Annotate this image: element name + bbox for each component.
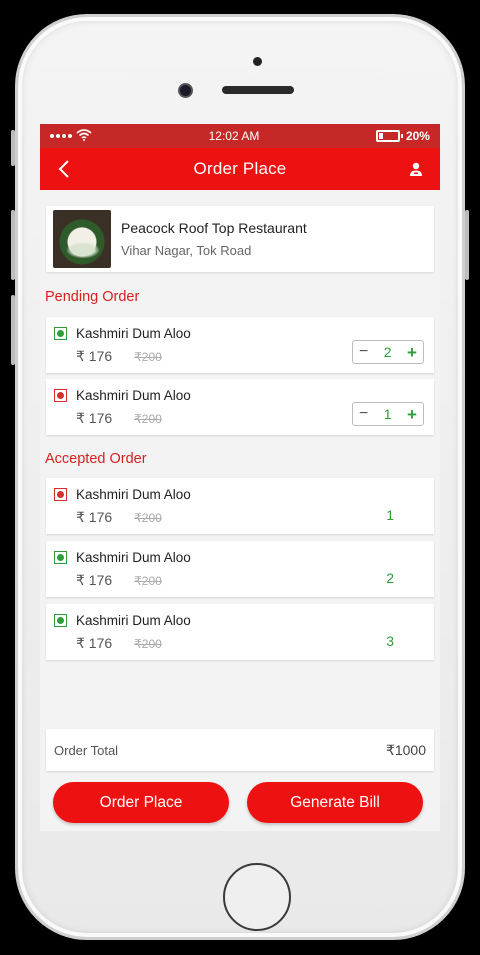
app-screen: 12:02 AM 20% Order Place Peacock Roof To… [40,124,440,831]
earpiece-speaker [222,86,294,94]
accepted-item: Kashmiri Dum Aloo ₹ 176 ₹200 2 [46,541,434,597]
volume-down-button [11,295,15,365]
order-total: Order Total ₹1000 [46,729,434,771]
item-price: ₹ 176 [76,509,113,525]
home-button[interactable] [223,863,291,931]
battery-percent: 20% [405,129,430,143]
quantity-value: 1 [386,507,394,523]
non-veg-icon [54,389,67,402]
status-bar: 12:02 AM 20% [40,124,440,148]
quantity-stepper: − 1 + [352,402,424,426]
order-place-button[interactable]: Order Place [53,782,229,823]
item-price: ₹ 176 [76,572,113,588]
accepted-order-heading: Accepted Order [45,451,147,467]
restaurant-name: Peacock Roof Top Restaurant [121,220,307,236]
status-time: 12:02 AM [208,129,260,143]
quantity-value: 3 [386,633,394,649]
item-name: Kashmiri Dum Aloo [76,613,191,628]
item-old-price: ₹200 [134,350,162,364]
veg-icon [54,551,67,564]
quantity-value: 2 [383,344,392,360]
restaurant-address: Vihar Nagar, Tok Road [121,243,252,258]
generate-bill-button[interactable]: Generate Bill [247,782,423,823]
minus-icon[interactable]: − [359,344,368,360]
item-price: ₹ 176 [76,635,113,651]
quantity-stepper: − 2 + [352,340,424,364]
plus-icon[interactable]: + [407,344,417,361]
veg-icon [54,327,67,340]
item-old-price: ₹200 [134,511,162,525]
minus-icon[interactable]: − [359,406,368,422]
quantity-value: 1 [383,406,392,422]
volume-up-button [11,210,15,280]
nav-bar: Order Place [40,148,440,190]
front-camera [178,83,193,98]
item-price: ₹ 176 [76,348,113,364]
battery-icon [375,130,403,142]
power-button [465,210,469,280]
accepted-item: Kashmiri Dum Aloo ₹ 176 ₹200 3 [46,604,434,660]
item-old-price: ₹200 [134,637,162,651]
pending-item: Kashmiri Dum Aloo ₹ 176 ₹200 − 1 + [46,379,434,435]
item-name: Kashmiri Dum Aloo [76,326,191,341]
proximity-sensor [253,57,262,66]
item-name: Kashmiri Dum Aloo [76,388,191,403]
signal-icon [50,134,72,138]
page-title: Order Place [193,159,287,178]
mute-switch [11,130,15,166]
plus-icon[interactable]: + [407,406,417,423]
user-icon[interactable] [406,159,426,179]
item-price: ₹ 176 [76,410,113,426]
item-name: Kashmiri Dum Aloo [76,487,191,502]
pending-order-heading: Pending Order [45,289,140,305]
accepted-item: Kashmiri Dum Aloo ₹ 176 ₹200 1 [46,478,434,534]
item-old-price: ₹200 [134,574,162,588]
item-old-price: ₹200 [134,412,162,426]
non-veg-icon [54,488,67,501]
back-icon[interactable] [54,159,74,179]
order-total-value: ₹1000 [385,741,426,758]
item-name: Kashmiri Dum Aloo [76,550,191,565]
order-total-label: Order Total [54,742,119,758]
restaurant-image [53,210,111,268]
wifi-icon [76,128,92,144]
restaurant-card[interactable]: Peacock Roof Top Restaurant Vihar Nagar,… [46,206,434,272]
pending-item: Kashmiri Dum Aloo ₹ 176 ₹200 − 2 + [46,317,434,373]
veg-icon [54,614,67,627]
quantity-value: 2 [386,570,394,586]
